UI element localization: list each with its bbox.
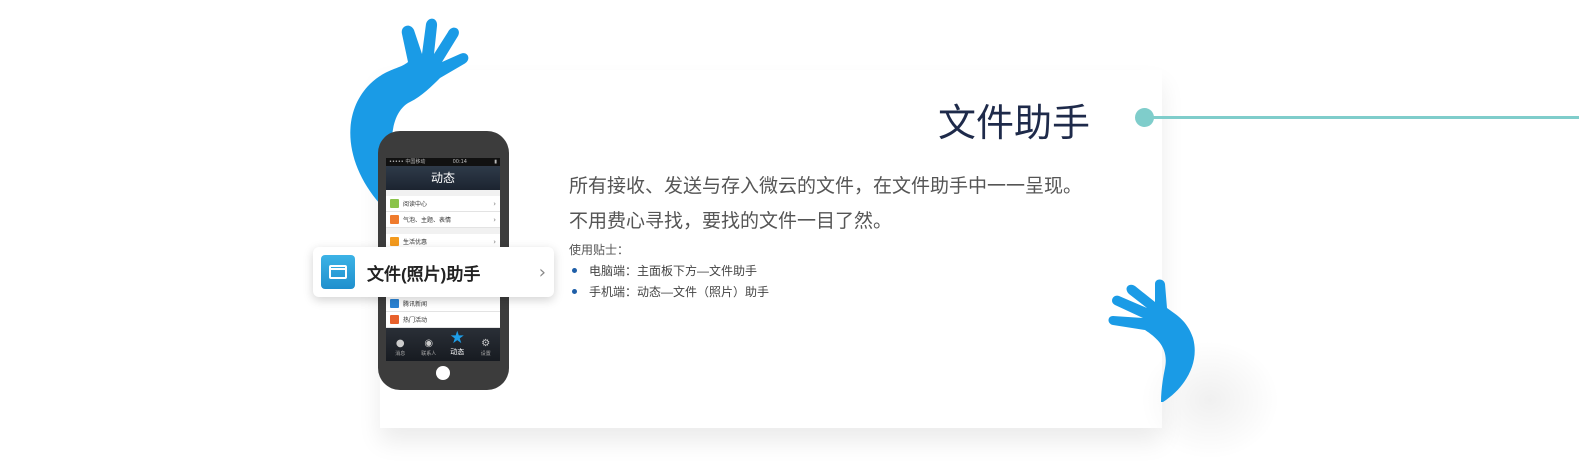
tab-settings[interactable]: ⚙ 设置 xyxy=(473,338,498,361)
tab-feed[interactable]: ★ 动态 xyxy=(445,329,470,361)
bullet-icon xyxy=(572,268,577,273)
tip-item: 电脑端：主面板下方—文件助手 xyxy=(572,262,757,279)
gear-icon: ⚙ xyxy=(481,338,491,349)
chevron-right-icon: › xyxy=(538,261,546,283)
life-deals-icon xyxy=(390,237,399,246)
feature-title: 文件助手 xyxy=(938,103,1091,145)
tab-label: 设置 xyxy=(480,351,491,357)
description-line-1: 所有接收、发送与存入微云的文件，在文件助手中一一呈现。 xyxy=(569,176,1083,197)
right-hand-illustration xyxy=(1108,279,1195,402)
tab-messages[interactable]: ● 消息 xyxy=(388,338,413,361)
list-item-themes[interactable]: 气泡、主题、表情 › xyxy=(386,212,500,228)
decorative-line xyxy=(1150,116,1579,119)
file-assistant-entry[interactable]: 文件(照片)助手 › xyxy=(313,247,554,297)
battery-icon: ▮ xyxy=(494,159,497,165)
phone-tab-bar: ● 消息 ◉ 联系人 ★ 动态 ⚙ 设置 xyxy=(386,328,500,361)
home-button[interactable] xyxy=(436,366,450,380)
folder-icon xyxy=(321,255,355,289)
tip-text: 电脑端：主面板下方—文件助手 xyxy=(589,264,758,278)
tip-item: 手机端：动态—文件（照片）助手 xyxy=(572,283,769,300)
list-item-tencent-news[interactable]: 腾讯新闻 xyxy=(386,296,500,312)
star-icon: ★ xyxy=(449,328,465,348)
tab-contacts[interactable]: ◉ 联系人 xyxy=(416,338,441,361)
tab-label: 消息 xyxy=(395,351,406,357)
news-icon xyxy=(390,299,399,308)
bullet-icon xyxy=(572,289,577,294)
list-item-label: 热门活动 xyxy=(403,317,428,324)
file-assistant-label: 文件(照片)助手 xyxy=(367,264,481,284)
carrier-text: ••••• 中国移动 xyxy=(389,159,426,165)
tab-label: 联系人 xyxy=(421,351,437,357)
reading-center-icon xyxy=(390,199,399,208)
list-item-label: 气泡、主题、表情 xyxy=(403,217,452,224)
themes-icon xyxy=(390,215,399,224)
chevron-right-icon: › xyxy=(493,237,496,246)
chevron-right-icon: › xyxy=(493,199,496,208)
tips-heading: 使用贴士： xyxy=(569,243,630,257)
list-item-hot-events[interactable]: 热门活动 xyxy=(386,312,500,328)
description-line-2: 不用费心寻找，要找的文件一目了然。 xyxy=(569,211,893,232)
contacts-icon: ◉ xyxy=(424,338,434,349)
screen-title: 动态 xyxy=(386,166,500,190)
list-item-label: 生活优惠 xyxy=(403,239,428,246)
phone-status-bar: ••••• 中国移动 00:14 ▮ xyxy=(386,158,500,166)
status-time: 00:14 xyxy=(452,159,467,165)
events-icon xyxy=(390,315,399,324)
list-item-label: 阅读中心 xyxy=(403,201,428,208)
tab-label: 动态 xyxy=(450,348,465,356)
list-item-reading-center[interactable]: 阅读中心 › xyxy=(386,196,500,212)
list-item-label: 腾讯新闻 xyxy=(403,301,428,308)
tip-text: 手机端：动态—文件（照片）助手 xyxy=(589,285,770,299)
bell-icon: ● xyxy=(395,338,405,349)
chevron-right-icon: › xyxy=(493,215,496,224)
